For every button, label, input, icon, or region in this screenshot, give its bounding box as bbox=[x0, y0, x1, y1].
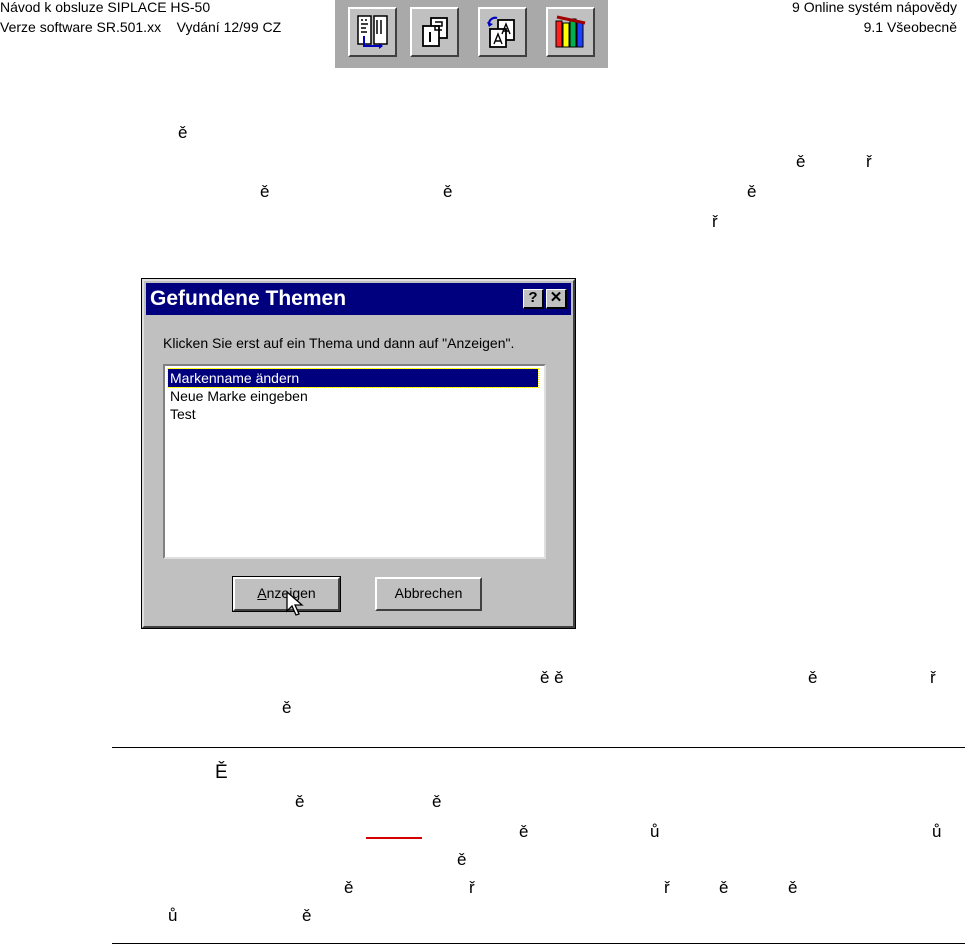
dialog-title: Gefundene Themen bbox=[150, 287, 347, 310]
section-title: 9.1 Všeobecně bbox=[863, 19, 957, 35]
library-button[interactable] bbox=[546, 7, 595, 57]
glyph: ě bbox=[295, 792, 305, 811]
show-button-accelerator: A bbox=[257, 585, 267, 601]
list-item[interactable]: Markenname ändern bbox=[167, 368, 539, 388]
help-icon: ? bbox=[528, 289, 538, 306]
document-header-left: Návod k obsluze SIPLACE HS-50 Verze soft… bbox=[0, 0, 281, 37]
glyph: ě bbox=[344, 878, 354, 897]
highlight-underline bbox=[366, 837, 422, 839]
glyph: ř bbox=[664, 878, 670, 897]
find-button[interactable] bbox=[478, 7, 527, 57]
dialog-titlebar[interactable]: Gefundene Themen ? ✕ bbox=[146, 283, 571, 315]
software-version: Verze software SR.501.xx Vydání 12/99 CZ bbox=[0, 19, 282, 35]
found-topics-dialog: Gefundene Themen ? ✕ Klicken Sie erst au… bbox=[141, 278, 576, 629]
divider-top bbox=[112, 747, 965, 748]
list-item[interactable]: Neue Marke eingeben bbox=[168, 387, 310, 405]
glyph: ě bbox=[282, 698, 292, 717]
glyph: ě bbox=[432, 792, 442, 811]
glyph: ě bbox=[457, 850, 467, 869]
cancel-button-label: Abbrechen bbox=[394, 585, 463, 601]
find-icon bbox=[487, 16, 515, 48]
glyph: ě bbox=[796, 152, 806, 171]
help-button[interactable]: ? bbox=[523, 289, 544, 309]
help-toolbar bbox=[335, 0, 608, 68]
glyph: ě bbox=[788, 878, 798, 897]
close-icon: ✕ bbox=[549, 289, 563, 306]
mouse-pointer-icon bbox=[286, 591, 304, 616]
cancel-button[interactable]: Abbrechen bbox=[375, 577, 482, 611]
close-button[interactable]: ✕ bbox=[546, 289, 567, 309]
glyph: Ě bbox=[215, 762, 228, 783]
divider-bottom bbox=[112, 943, 965, 944]
index-button[interactable] bbox=[410, 7, 459, 57]
glyph: ě bbox=[178, 123, 188, 142]
glyph: ě bbox=[260, 182, 270, 201]
glyph: ů bbox=[932, 822, 942, 841]
glyph: ů bbox=[168, 906, 178, 925]
glyph: ř bbox=[469, 878, 475, 897]
library-icon bbox=[555, 15, 586, 48]
contents-button[interactable] bbox=[348, 7, 397, 57]
glyph: ě bbox=[443, 182, 453, 201]
glyph: ě bbox=[719, 878, 729, 897]
glyph: ě ě bbox=[540, 668, 564, 687]
chapter-title: 9 Online systém nápovědy bbox=[792, 0, 957, 15]
glyph: ř bbox=[866, 152, 872, 171]
contents-icon bbox=[357, 15, 388, 49]
document-header-right: 9 Online systém nápovědy 9.1 Všeobecně bbox=[792, 0, 957, 37]
instruction-text: Klicken Sie erst auf ein Thema und dann … bbox=[163, 335, 515, 351]
glyph: ů bbox=[650, 822, 660, 841]
list-item[interactable]: Test bbox=[168, 405, 198, 423]
glyph: ě bbox=[519, 822, 529, 841]
glyph: ě bbox=[808, 668, 818, 687]
index-icon bbox=[422, 17, 448, 47]
glyph: ě bbox=[302, 906, 312, 925]
topics-listbox[interactable]: Markenname ändern Neue Marke eingeben Te… bbox=[163, 364, 546, 559]
glyph: ř bbox=[712, 212, 718, 231]
glyph: ě bbox=[747, 182, 757, 201]
manual-title: Návod k obsluze SIPLACE HS-50 bbox=[0, 0, 211, 15]
glyph: ř bbox=[930, 668, 936, 687]
